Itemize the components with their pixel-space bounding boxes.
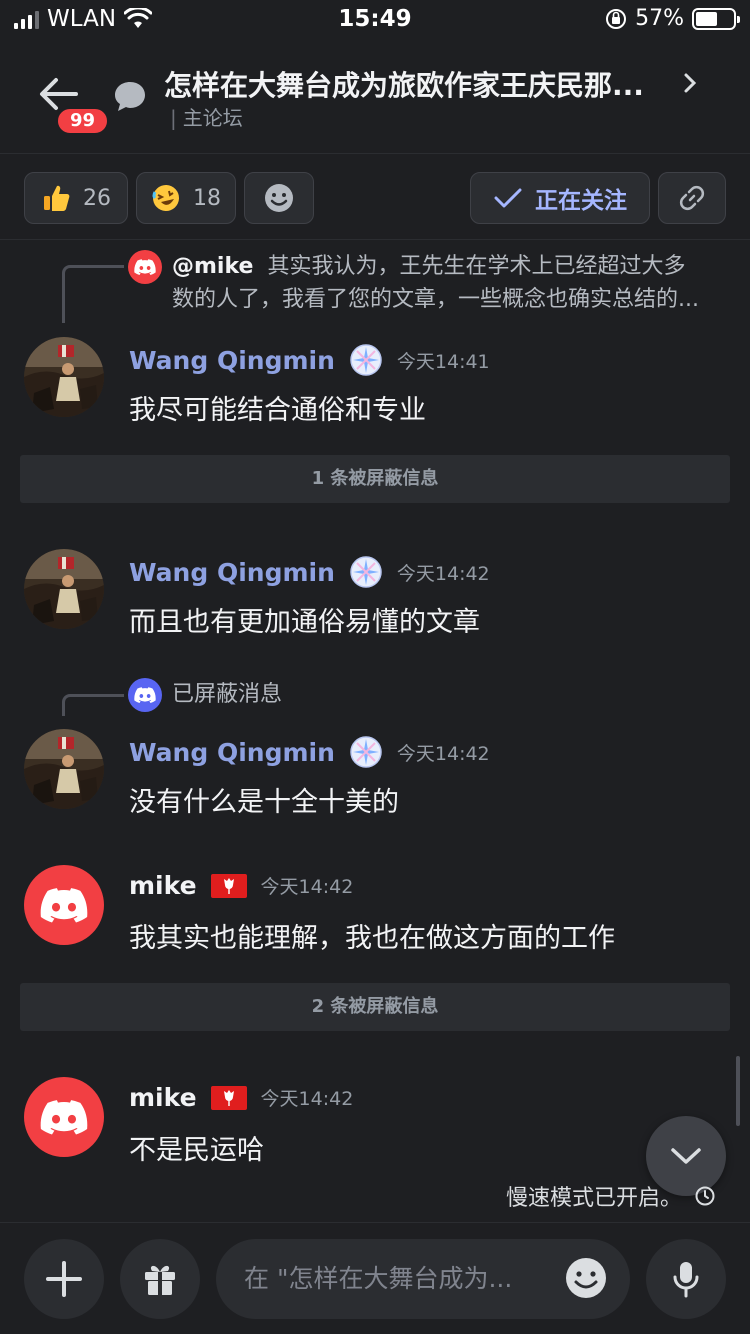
reaction-bar: 26 18 正在关注 [0,156,750,240]
reply-reference[interactable]: 已屏蔽消息 [128,678,282,712]
gift-button[interactable] [120,1239,200,1319]
link-icon [679,185,705,211]
message-composer: 在 "怎样在大舞台成为... [0,1222,750,1334]
emoji-picker-icon[interactable] [564,1256,608,1300]
thread-title[interactable]: 怎样在大舞台成为旅欧作家王庆民那... [164,64,674,104]
thumbs-up-icon [44,185,70,211]
reaction-thumbs-up[interactable]: 26 [24,172,128,224]
add-attachment-button[interactable] [24,1239,104,1319]
status-bar: WLAN 15:49 57% [0,0,750,42]
check-icon [494,188,522,208]
orientation-lock-icon [606,8,627,29]
battery-percent: 57% [635,6,684,31]
parent-channel-label[interactable]: 主论坛 [170,102,243,131]
message-text: 我尽可能结合通俗和专业 [129,395,426,426]
blocked-messages-bar[interactable]: 1 条被屏蔽信息 [20,455,730,503]
painting-avatar-image [24,729,104,809]
chevron-right-icon[interactable] [680,70,700,96]
reply-text-cont: 数的人了，我看了您的文章，一些概念也确实总结的... [172,287,699,312]
message-timestamp: 今天14:42 [396,742,490,765]
slow-mode-notice: 慢速模式已开启。 [506,1180,716,1212]
message-text: 不是民运哈 [129,1135,264,1166]
avatar[interactable] [24,337,104,417]
reaction-rofl[interactable]: 18 [136,172,236,224]
message-text: 我其实也能理解，我也在做这方面的工作 [129,923,615,954]
plus-icon [46,1261,82,1297]
reaction-count: 18 [193,185,221,211]
discord-logo-icon [40,1100,88,1135]
chevron-down-icon [671,1148,701,1164]
smiley-icon [265,184,293,212]
reply-connector [62,694,124,716]
microphone-icon [673,1262,699,1298]
following-button[interactable]: 正在关注 [470,172,650,224]
tulip-flag-icon [210,1085,247,1110]
avatar[interactable] [24,865,104,945]
discord-logo-icon [128,250,162,284]
member-badge-icon [350,736,382,768]
reply-reference[interactable]: @mike 其实我认为，王先生在学术上已经超过大多 数的人了，我看了您的文章，一… [128,250,699,316]
timer-icon [695,1186,715,1206]
unread-badge: 99 [55,106,110,136]
reply-connector [62,265,124,323]
tulip-flag-icon [210,873,247,898]
gift-icon [145,1265,175,1295]
member-badge-icon [350,556,382,588]
message-author[interactable]: mike 今天14:42 [129,1083,353,1112]
reply-user: @mike [172,254,254,279]
message-text: 而且也有更加通俗易懂的文章 [129,607,480,638]
painting-avatar-image [24,337,104,417]
rofl-emoji-icon [152,185,179,211]
add-reaction-button[interactable] [244,172,314,224]
avatar[interactable] [24,549,104,629]
battery-icon [692,7,740,30]
following-label: 正在关注 [535,188,627,214]
copy-link-button[interactable] [658,172,726,224]
avatar[interactable] [24,729,104,809]
reply-text: 已屏蔽消息 [172,682,283,707]
message-timestamp: 今天14:41 [396,350,490,373]
message-timestamp: 今天14:42 [260,1088,354,1110]
member-badge-icon [350,344,382,376]
reply-text: 其实我认为，王先生在学术上已经超过大多 [267,254,686,279]
reaction-count: 26 [83,185,111,211]
painting-avatar-image [24,549,104,629]
message-author[interactable]: mike 今天14:42 [129,871,353,900]
discord-logo-icon [40,888,88,923]
blocked-messages-bar[interactable]: 2 条被屏蔽信息 [20,983,730,1031]
voice-message-button[interactable] [646,1239,726,1319]
avatar[interactable] [24,1077,104,1157]
channel-header: 99 怎样在大舞台成为旅欧作家王庆民那... 主论坛 [0,42,750,154]
scrollbar[interactable] [736,1056,740,1126]
thread-bubble-icon [115,82,145,111]
message-author[interactable]: Wang Qingmin 今天14:42 [129,555,490,589]
discord-logo-icon [128,678,162,712]
message-text: 没有什么是十全十美的 [129,787,399,818]
message-timestamp: 今天14:42 [396,562,490,585]
message-timestamp: 今天14:42 [260,876,354,898]
message-author[interactable]: Wang Qingmin 今天14:41 [129,343,490,377]
message-author[interactable]: Wang Qingmin 今天14:42 [129,735,490,769]
